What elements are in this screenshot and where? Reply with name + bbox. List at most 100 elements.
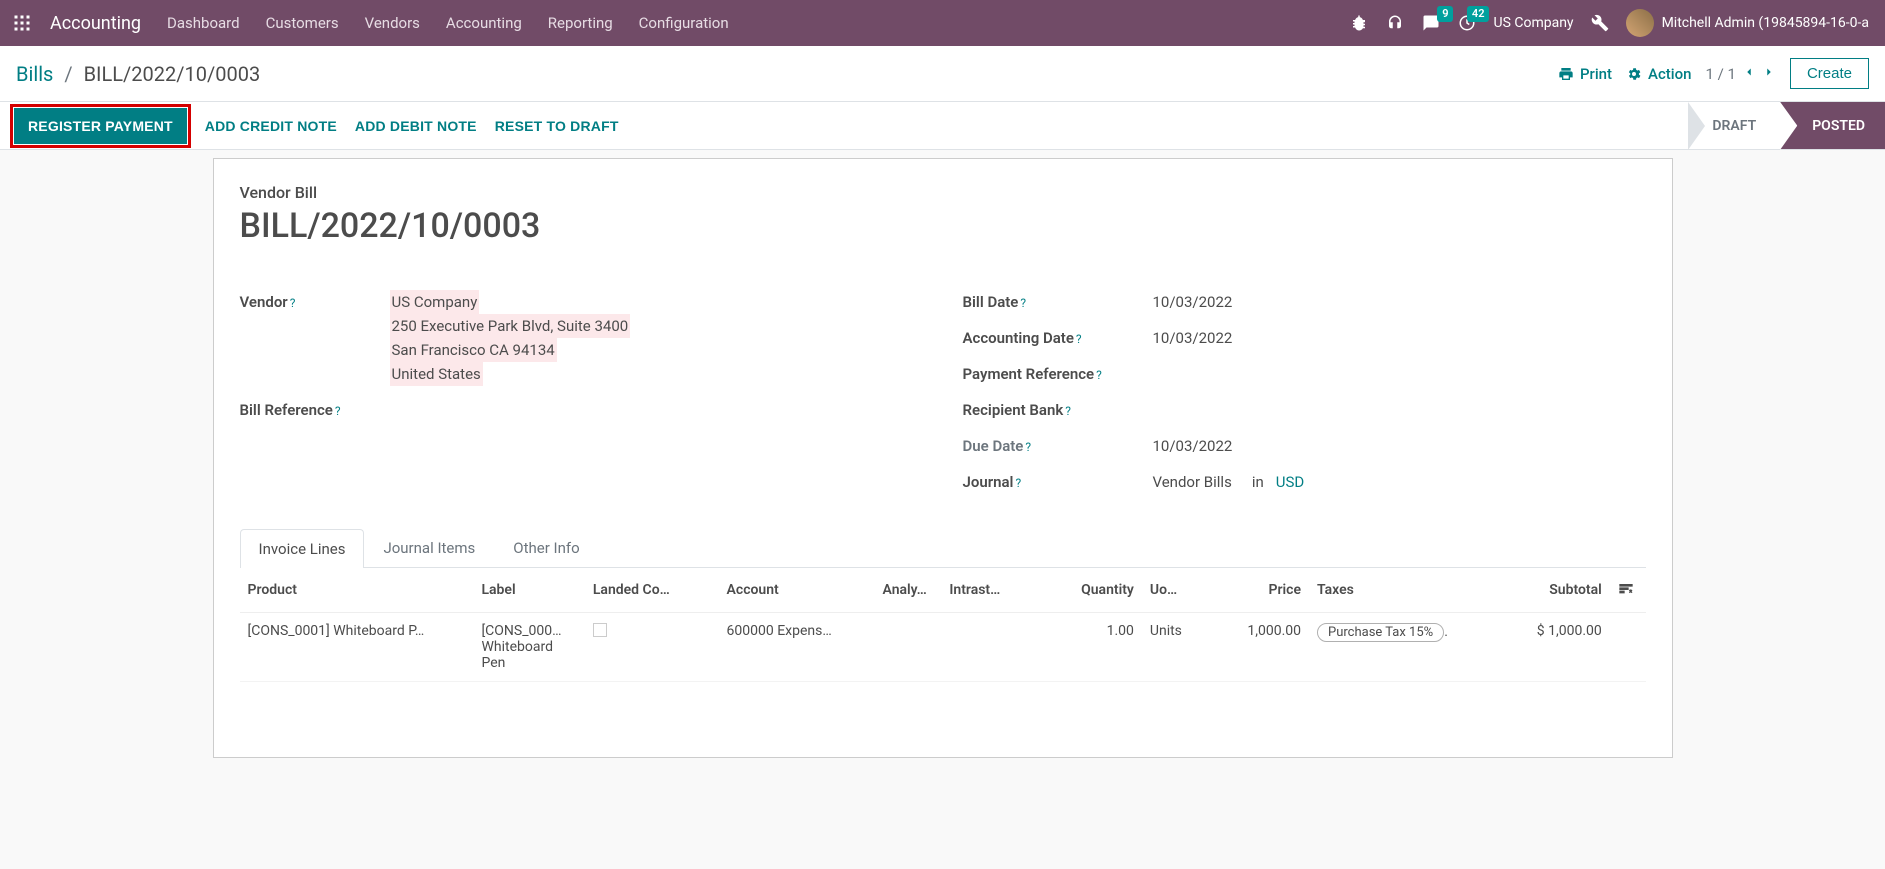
messages-badge: 9	[1437, 6, 1453, 22]
apps-icon[interactable]	[8, 9, 36, 37]
cell-uom[interactable]: Units	[1142, 613, 1209, 682]
pager: 1 / 1	[1705, 65, 1776, 83]
bug-icon[interactable]	[1349, 14, 1369, 32]
checkbox-icon[interactable]	[593, 623, 607, 637]
vendor-line1: 250 Executive Park Blvd, Suite 3400	[390, 314, 631, 338]
help-icon[interactable]: ?	[335, 404, 341, 418]
nav-dashboard[interactable]: Dashboard	[155, 4, 252, 42]
cell-quantity[interactable]: 1.00	[1030, 613, 1141, 682]
col-product[interactable]: Product	[240, 568, 474, 613]
doc-title: BILL/2022/10/0003	[240, 206, 1646, 246]
field-payment-reference: Payment Reference?	[963, 356, 1646, 392]
tab-other-info[interactable]: Other Info	[494, 528, 598, 567]
col-taxes[interactable]: Taxes	[1309, 568, 1476, 613]
col-landed[interactable]: Landed Co…	[585, 568, 719, 613]
reset-to-draft-button[interactable]: RESET TO DRAFT	[495, 118, 619, 134]
invoice-lines-table: Product Label Landed Co… Account Analy… …	[240, 568, 1646, 682]
col-analytic[interactable]: Analy…	[875, 568, 942, 613]
journal-name[interactable]: Vendor Bills	[1153, 470, 1232, 494]
col-intrastat[interactable]: Intrast…	[941, 568, 1030, 613]
print-button[interactable]: Print	[1558, 65, 1612, 83]
field-accounting-date: Accounting Date? 10/03/2022	[963, 320, 1646, 356]
pager-prev[interactable]	[1742, 65, 1756, 83]
form-col-left: Vendor? US Company 250 Executive Park Bl…	[240, 284, 923, 500]
help-icon[interactable]: ?	[1096, 368, 1102, 382]
cell-taxes[interactable]: Purchase Tax 15%.	[1309, 613, 1476, 682]
user-menu[interactable]: Mitchell Admin (19845894-16-0-a	[1626, 9, 1869, 37]
breadcrumb-root[interactable]: Bills	[16, 62, 53, 86]
action-label: Action	[1648, 65, 1691, 83]
messages-icon[interactable]: 9	[1421, 14, 1441, 32]
breadcrumb: Bills / BILL/2022/10/0003	[16, 62, 260, 86]
add-debit-note-button[interactable]: ADD DEBIT NOTE	[355, 118, 477, 134]
create-button[interactable]: Create	[1790, 58, 1869, 89]
nav-menu: Dashboard Customers Vendors Accounting R…	[155, 4, 741, 42]
cell-analytic[interactable]	[875, 613, 942, 682]
help-icon[interactable]: ?	[1076, 332, 1082, 346]
cell-product[interactable]: [CONS_0001] Whiteboard P…	[240, 613, 474, 682]
activities-icon[interactable]: 42	[1457, 14, 1477, 32]
table-row[interactable]: [CONS_0001] Whiteboard P… [CONS_000… Whi…	[240, 613, 1646, 682]
vendor-name: US Company	[390, 290, 480, 314]
help-icon[interactable]: ?	[290, 296, 296, 310]
col-label[interactable]: Label	[473, 568, 584, 613]
register-payment-button[interactable]: REGISTER PAYMENT	[14, 108, 187, 144]
help-icon[interactable]: ?	[1020, 296, 1026, 310]
tax-badge[interactable]: Purchase Tax 15%	[1317, 623, 1444, 642]
support-icon[interactable]	[1385, 14, 1405, 32]
col-quantity[interactable]: Quantity	[1030, 568, 1141, 613]
status-steps: DRAFT POSTED	[1688, 102, 1885, 149]
nav-accounting[interactable]: Accounting	[434, 4, 534, 42]
col-price[interactable]: Price	[1209, 568, 1309, 613]
company-selector[interactable]: US Company	[1493, 15, 1573, 31]
col-options[interactable]	[1610, 568, 1646, 613]
breadcrumb-sep: /	[64, 62, 72, 86]
nav-right: 9 42 US Company Mitchell Admin (19845894…	[1349, 9, 1877, 37]
value-journal: Vendor Bills in USD	[1153, 470, 1365, 494]
cell-account[interactable]: 600000 Expens…	[719, 613, 875, 682]
cell-price[interactable]: 1,000.00	[1209, 613, 1309, 682]
status-draft[interactable]: DRAFT	[1688, 102, 1780, 149]
control-bar: Bills / BILL/2022/10/0003 Print Action 1…	[0, 46, 1885, 102]
action-button[interactable]: Action	[1626, 65, 1691, 83]
value-due-date[interactable]: 10/03/2022	[1153, 434, 1233, 458]
col-uom[interactable]: Uo…	[1142, 568, 1209, 613]
pager-next[interactable]	[1762, 65, 1776, 83]
label-vendor-text: Vendor	[240, 293, 288, 311]
tab-journal-items[interactable]: Journal Items	[364, 528, 494, 567]
col-account[interactable]: Account	[719, 568, 875, 613]
label-journal-text: Journal	[963, 473, 1014, 491]
value-bill-date[interactable]: 10/03/2022	[1153, 290, 1233, 314]
cell-label[interactable]: [CONS_000… Whiteboard Pen	[473, 613, 584, 682]
currency-link[interactable]: USD	[1276, 470, 1304, 494]
tab-invoice-lines[interactable]: Invoice Lines	[240, 529, 365, 568]
add-credit-note-button[interactable]: ADD CREDIT NOTE	[205, 118, 337, 134]
label-in: in	[1252, 470, 1264, 494]
options-icon[interactable]	[1618, 584, 1634, 600]
help-icon[interactable]: ?	[1065, 404, 1071, 418]
chevron-left-icon	[1742, 65, 1756, 79]
nav-vendors[interactable]: Vendors	[353, 4, 432, 42]
nav-reporting[interactable]: Reporting	[536, 4, 625, 42]
field-vendor: Vendor? US Company 250 Executive Park Bl…	[240, 284, 923, 392]
label-acc-date: Accounting Date?	[963, 326, 1153, 350]
nav-configuration[interactable]: Configuration	[627, 4, 741, 42]
field-journal: Journal? Vendor Bills in USD	[963, 464, 1646, 500]
label-acc-date-text: Accounting Date	[963, 329, 1074, 347]
cell-landed[interactable]	[585, 613, 719, 682]
chevron-right-icon	[1762, 65, 1776, 79]
form-sheet: Vendor Bill BILL/2022/10/0003 Vendor? US…	[213, 158, 1673, 758]
cell-subtotal: $ 1,000.00	[1476, 613, 1610, 682]
help-icon[interactable]: ?	[1025, 440, 1031, 454]
nav-customers[interactable]: Customers	[254, 4, 351, 42]
cell-intrastat[interactable]	[941, 613, 1030, 682]
field-recipient-bank: Recipient Bank?	[963, 392, 1646, 428]
help-icon[interactable]: ?	[1015, 476, 1021, 490]
value-vendor[interactable]: US Company 250 Executive Park Blvd, Suit…	[390, 290, 631, 386]
control-bar-right: Print Action 1 / 1 Create	[1558, 58, 1869, 89]
doc-subtitle: Vendor Bill	[240, 183, 1646, 202]
vendor-line3: United States	[390, 362, 483, 386]
tools-icon[interactable]	[1590, 14, 1610, 32]
col-subtotal[interactable]: Subtotal	[1476, 568, 1610, 613]
value-acc-date[interactable]: 10/03/2022	[1153, 326, 1233, 350]
